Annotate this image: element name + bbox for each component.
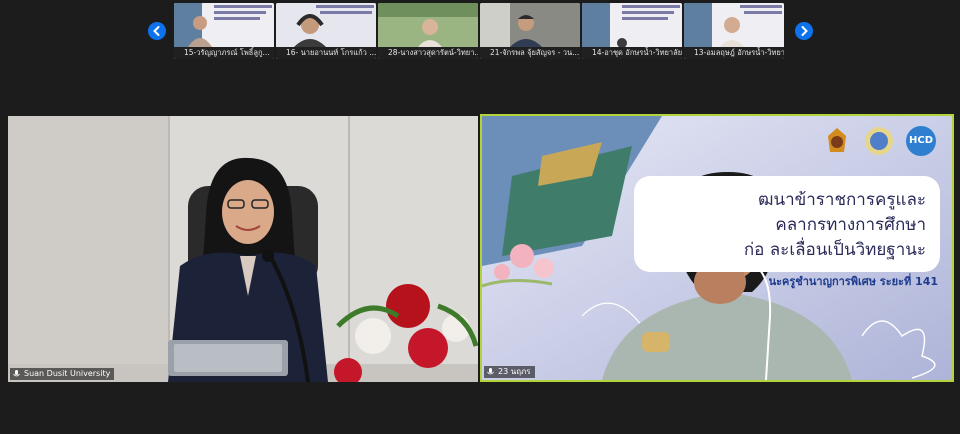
participant-thumbnail[interactable]: 16- นายอานนท์ โกรแก้ว ...	[276, 3, 376, 59]
participant-name-tag: Suan Dusit University	[10, 368, 115, 380]
previous-page-button[interactable]	[148, 22, 166, 40]
slide-title-card: ฒนาข้าราชการครูและ คลากรทางการศึกษา ก่อ …	[634, 176, 940, 272]
slide-title-line: ฒนาข้าราชการครูและ	[758, 190, 926, 210]
participant-name: 28-นางสาวสุดารัตน์-วิทยา...	[378, 47, 478, 59]
participant-name: 14-อาชุด อักษรน้ำ-วิทยาลัย...	[582, 47, 682, 59]
chevron-right-icon	[801, 26, 808, 36]
next-page-button[interactable]	[795, 22, 813, 40]
participant-thumbnail[interactable]: 13-อมลฤษฎ์ อักษรน้ำ-วิทยา...	[684, 3, 784, 59]
participant-video	[174, 3, 274, 47]
chevron-left-icon	[153, 26, 160, 36]
slide-title-line: ก่อ ละเลื่อนเป็นวิทยฐานะ	[743, 240, 926, 260]
participant-name: 15-วรัญญาภรณ์ โพธิ์ลูกู...	[174, 47, 274, 59]
mic-icon	[487, 368, 494, 375]
seal-logo-icon	[865, 127, 893, 155]
participant-name-tag: 23 นฤภร	[484, 366, 535, 378]
video-tile-left[interactable]: Suan Dusit University	[8, 116, 478, 382]
speaker-video	[8, 116, 478, 382]
mic-icon	[13, 370, 20, 377]
ministry-logo-icon	[828, 128, 846, 152]
participant-video	[582, 3, 682, 48]
participant-strip: 15-วรัญญาภรณ์ โพธิ์ลูกู... 16- นายอานนท์…	[174, 3, 786, 59]
participant-name: 23 นฤภร	[498, 367, 531, 376]
participant-name: 13-อมลฤษฎ์ อักษรน้ำ-วิทยา...	[684, 47, 784, 59]
slide-title-line: คลากรทางการศึกษา	[775, 215, 926, 235]
participant-name: 21-จักรพล จุ้ยสัญจร - วน...	[480, 47, 580, 59]
video-tile-right-active-speaker[interactable]: ฒนาข้าราชการครูและ คลากรทางการศึกษา ก่อ …	[480, 114, 954, 382]
participant-video	[276, 3, 376, 47]
hcd-logo: HCD	[906, 126, 936, 156]
participant-thumbnail[interactable]: 14-อาชุด อักษรน้ำ-วิทยาลัย...	[582, 3, 682, 59]
participant-thumbnail[interactable]: 21-จักรพล จุ้ยสัญจร - วน...	[480, 3, 580, 59]
participant-video	[684, 3, 784, 47]
participant-name: Suan Dusit University	[24, 369, 111, 378]
slide-subtitle: นะครูชำนาญการพิเศษ ระยะที่ 141	[768, 275, 938, 288]
participant-video	[480, 3, 580, 47]
participant-video	[378, 3, 478, 47]
participant-thumbnail[interactable]: 15-วรัญญาภรณ์ โพธิ์ลูกู...	[174, 3, 274, 59]
participant-thumbnail[interactable]: 28-นางสาวสุดารัตน์-วิทยา...	[378, 3, 478, 59]
participant-name: 16- นายอานนท์ โกรแก้ว ...	[276, 47, 376, 59]
